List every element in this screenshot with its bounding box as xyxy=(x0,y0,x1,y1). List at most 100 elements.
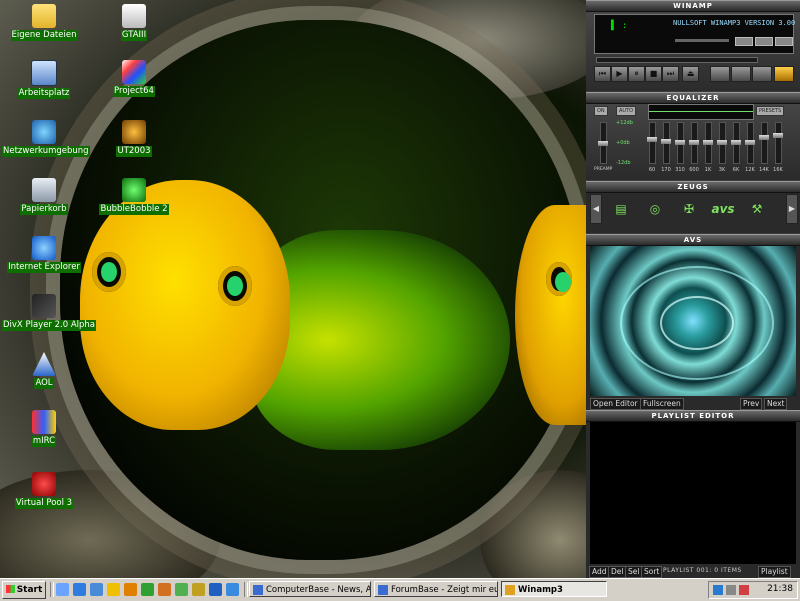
desktop-icon-gtaiii[interactable]: GTAIII xyxy=(92,4,176,41)
avs-prev-button[interactable]: Prev xyxy=(740,398,763,410)
eq-band-slider[interactable] xyxy=(731,122,741,164)
eq-band-slider[interactable] xyxy=(745,122,755,164)
eq-band-slider[interactable] xyxy=(689,122,699,164)
seek-bar[interactable] xyxy=(596,57,758,63)
quicklaunch-utility-icon[interactable] xyxy=(209,583,222,596)
eq-presets-button[interactable]: PRESETS xyxy=(756,106,785,116)
winamp-title-bar[interactable]: WINAMP xyxy=(586,0,800,12)
quicklaunch-outlook-icon[interactable] xyxy=(90,583,103,596)
eq-band-slider[interactable] xyxy=(661,122,671,164)
next-button[interactable]: ⏭ xyxy=(662,66,679,82)
start-button[interactable]: Start xyxy=(2,581,46,599)
shuffle-button[interactable] xyxy=(775,37,793,46)
avs-next-button[interactable]: Next xyxy=(764,398,788,410)
eq-toggle-button[interactable] xyxy=(735,37,753,46)
desktop-icon-bubblebobble-2[interactable]: BubbleBobble 2 xyxy=(92,178,176,215)
avs-button[interactable]: avs xyxy=(708,194,738,224)
fullscreen-button[interactable]: Fullscreen xyxy=(640,398,684,410)
open-editor-button[interactable]: Open Editor xyxy=(590,398,641,410)
pl-toggle-button[interactable] xyxy=(755,37,773,46)
visualization-icon[interactable]: ◎ xyxy=(640,194,670,224)
playlist-icon[interactable]: ▤ xyxy=(606,194,636,224)
desktop-icon-ut2003[interactable]: UT2003 xyxy=(92,120,176,157)
quicklaunch-app-icon[interactable] xyxy=(141,583,154,596)
equalizer-title[interactable]: EQUALIZER xyxy=(586,92,800,104)
eq-band-slider[interactable] xyxy=(759,122,769,164)
repeat-button[interactable] xyxy=(710,66,730,82)
shuffle-toggle-button[interactable] xyxy=(731,66,751,82)
equalizer-panel: EQUALIZER ON AUTO PRESETS +12db +0db -12… xyxy=(586,92,800,180)
eq-on-button[interactable]: ON xyxy=(594,106,608,116)
quicklaunch-ie-icon[interactable] xyxy=(73,583,86,596)
eq-band-slider[interactable] xyxy=(647,122,657,164)
playlist-sort-button[interactable]: Sort xyxy=(641,566,663,578)
eq-band-slider[interactable] xyxy=(703,122,713,164)
winamp-main-player: WINAMP ▌ : NULLSOFT WINAMP3 VERSION 3.00… xyxy=(586,0,800,91)
windows-logo-icon xyxy=(5,585,15,593)
desktop-icon-virtual-pool-3[interactable]: Virtual Pool 3 xyxy=(2,472,86,509)
bubblebobble-icon xyxy=(122,178,146,202)
quicklaunch-player-icon[interactable] xyxy=(124,583,137,596)
volume-slider[interactable] xyxy=(675,39,729,42)
avs-title[interactable]: AVS xyxy=(586,234,800,246)
winamp-logo-icon[interactable] xyxy=(774,66,794,82)
eq-band-slider[interactable] xyxy=(675,122,685,164)
playlist-del-button[interactable]: Del xyxy=(608,566,627,578)
desktop-icon-netzwerkumgebung[interactable]: Netzwerkumgebung xyxy=(2,120,90,157)
zeugs-panel: ZEUGS ◀ ▤ ◎ ✠ avs ⚒ ▶ xyxy=(586,181,800,233)
desktop-icon-mirc[interactable]: mIRC xyxy=(2,410,86,447)
eq-band-slider[interactable] xyxy=(773,122,783,164)
pause-button[interactable]: ⏸ xyxy=(628,66,645,82)
zeugs-title[interactable]: ZEUGS xyxy=(586,181,800,193)
zeugs-scroll-right-button[interactable]: ▶ xyxy=(786,194,798,224)
eq-band-label: 170 xyxy=(661,167,671,173)
taskbar-task-forumbase[interactable]: ForumBase - Zeigt mir eur... xyxy=(374,581,498,597)
taskbar-task-computerbase[interactable]: ComputerBase - News, Ar... xyxy=(249,581,371,597)
ut-icon xyxy=(122,120,146,144)
playlist-sel-button[interactable]: Sel xyxy=(625,566,643,578)
playlist-list[interactable] xyxy=(590,422,796,564)
wallpaper-fish-eye xyxy=(546,262,572,296)
eq-auto-button[interactable]: AUTO xyxy=(616,106,637,116)
eq-band-slider[interactable] xyxy=(717,122,727,164)
eq-band-label: 14K xyxy=(759,167,769,173)
playlist-add-button[interactable]: Add xyxy=(589,566,610,578)
desktop-icon-eigene-dateien[interactable]: Eigene Dateien xyxy=(2,4,86,41)
quicklaunch-game-icon[interactable] xyxy=(175,583,188,596)
tools-icon[interactable]: ✠ xyxy=(674,194,704,224)
play-button[interactable]: ▶ xyxy=(611,66,628,82)
taskbar-task-winamp3[interactable]: Winamp3 xyxy=(501,581,607,597)
desktop-icon-project64[interactable]: Project64 xyxy=(92,60,176,97)
tray-app-icon[interactable] xyxy=(739,585,749,595)
stop-button[interactable]: ■ xyxy=(645,66,662,82)
desktop-icon-divx-player[interactable]: DivX Player 2.0 Alpha xyxy=(2,294,97,331)
previous-button[interactable]: ⏮ xyxy=(594,66,611,82)
song-title-ticker: NULLSOFT WINAMP3 VERSION 3.00 xyxy=(673,19,796,27)
crossfade-button[interactable] xyxy=(752,66,772,82)
quicklaunch-browser-icon[interactable] xyxy=(226,583,239,596)
eq-band-label: 6K xyxy=(732,167,740,173)
wrench-icon[interactable]: ⚒ xyxy=(742,194,772,224)
preamp-slider[interactable] xyxy=(598,122,608,164)
quicklaunch-desktop-icon[interactable] xyxy=(56,583,69,596)
avs-visualization[interactable] xyxy=(590,246,796,396)
tray-volume-icon[interactable] xyxy=(726,585,736,595)
eq-band-label: 1K xyxy=(704,167,712,173)
playlist-editor-title[interactable]: PLAYLIST EDITOR xyxy=(586,410,800,422)
db-label-min: -12db xyxy=(616,160,631,166)
clock[interactable]: 21:38 xyxy=(767,584,793,594)
playlist-menu-button[interactable]: Playlist xyxy=(758,566,791,578)
eq-band-label: 16K xyxy=(773,167,783,173)
desktop-icon-papierkorb[interactable]: Papierkorb xyxy=(2,178,86,215)
wallpaper-fish-eye xyxy=(92,252,126,292)
zeugs-scroll-left-button[interactable]: ◀ xyxy=(590,194,602,224)
desktop-icon-aol[interactable]: AOL xyxy=(2,352,86,389)
quicklaunch-winamp-icon[interactable] xyxy=(158,583,171,596)
desktop-icon-internet-explorer[interactable]: Internet Explorer xyxy=(2,236,86,273)
quicklaunch-tool-icon[interactable] xyxy=(192,583,205,596)
desktop-icon-arbeitsplatz[interactable]: Arbeitsplatz xyxy=(2,60,86,99)
quicklaunch-media-icon[interactable] xyxy=(107,583,120,596)
tray-network-icon[interactable] xyxy=(713,585,723,595)
eject-button[interactable]: ⏏ xyxy=(682,66,699,82)
winamp-window: WINAMP ▌ : NULLSOFT WINAMP3 VERSION 3.00… xyxy=(586,0,800,578)
